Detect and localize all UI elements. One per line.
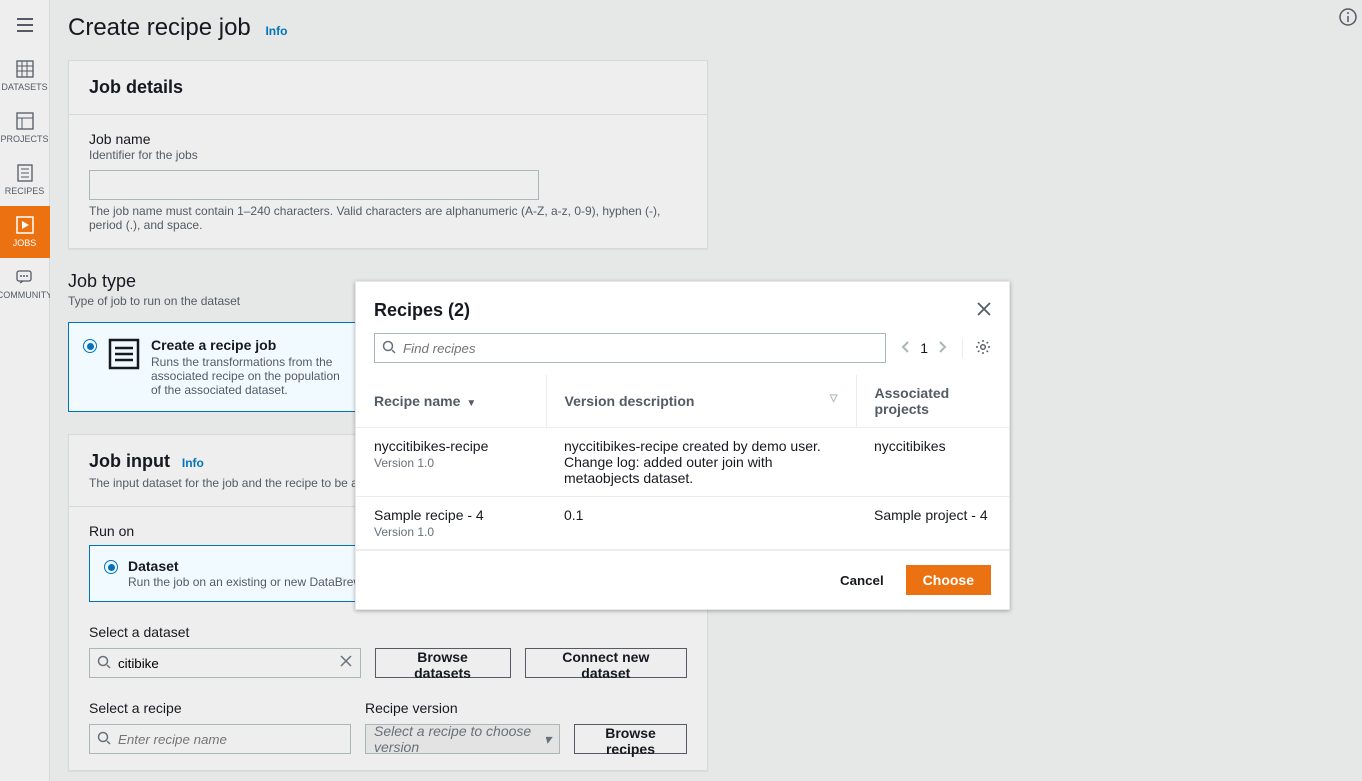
browse-datasets-button[interactable]: Browse datasets: [375, 648, 511, 678]
recipe-version-label: Recipe version: [365, 700, 560, 716]
job-name-desc: Identifier for the jobs: [89, 148, 687, 162]
community-icon: [16, 268, 34, 286]
cell-version-desc: nyccitibikes-recipe created by demo user…: [546, 428, 856, 497]
job-name-label: Job name: [89, 131, 687, 147]
radio-selected: [104, 560, 118, 574]
connect-dataset-button[interactable]: Connect new dataset: [525, 648, 687, 678]
recipes-table: Recipe name▼ Version description▽ Associ…: [356, 375, 1009, 550]
page-title-text: Create recipe job: [68, 14, 251, 41]
nav-datasets[interactable]: DATASETS: [0, 50, 50, 102]
select-placeholder: Select a recipe to choose version: [374, 723, 544, 755]
select-dataset-label: Select a dataset: [89, 624, 687, 640]
page-title: Create recipe job Info: [68, 14, 1344, 42]
browse-recipes-button[interactable]: Browse recipes: [574, 724, 687, 754]
recipes-modal: Recipes (2) 1: [355, 281, 1010, 610]
col-projects[interactable]: Associated projects: [856, 375, 1009, 428]
recipe-find-input[interactable]: [374, 333, 886, 363]
search-icon: [97, 655, 111, 672]
nav-label: COMMUNITY: [0, 290, 52, 300]
choose-button[interactable]: Choose: [906, 565, 991, 595]
recipe-job-icon: [107, 337, 141, 371]
job-input-heading: Job input: [89, 451, 170, 471]
cell-projects: nyccitibikes: [856, 428, 1009, 497]
sort-desc-icon: ▼: [466, 398, 476, 409]
col-version-desc[interactable]: Version description▽: [546, 375, 856, 428]
nav-community[interactable]: COMMUNITY: [0, 258, 50, 310]
job-name-helper: The job name must contain 1–240 characte…: [89, 204, 687, 232]
nav-recipes[interactable]: RECIPES: [0, 154, 50, 206]
search-icon: [382, 340, 396, 357]
tile-desc: Runs the transformations from the associ…: [151, 355, 351, 397]
recipes-icon: [16, 164, 34, 182]
info-link[interactable]: Info: [265, 24, 287, 38]
table-row[interactable]: nyccitibikes-recipe Version 1.0 nyccitib…: [356, 428, 1009, 497]
page-number: 1: [920, 340, 928, 356]
nav-label: JOBS: [13, 238, 37, 248]
recipe-version-select[interactable]: Select a recipe to choose version ▾: [365, 724, 560, 754]
search-icon: [97, 731, 111, 748]
cell-recipe-version: Version 1.0: [374, 456, 528, 470]
col-recipe-name[interactable]: Recipe name▼: [356, 375, 546, 428]
select-recipe-label: Select a recipe: [89, 700, 351, 716]
nav-label: RECIPES: [5, 186, 45, 196]
grid-icon: [16, 60, 34, 78]
page-next-icon[interactable]: [938, 340, 948, 357]
gear-icon[interactable]: [975, 342, 991, 358]
clear-icon[interactable]: [339, 654, 353, 671]
job-details-panel: Job details Job name Identifier for the …: [68, 60, 708, 249]
table-row[interactable]: Sample recipe - 4 Version 1.0 0.1 Sample…: [356, 497, 1009, 550]
info-link[interactable]: Info: [182, 456, 204, 470]
cell-recipe-version: Version 1.0: [374, 525, 528, 539]
dataset-search-input[interactable]: [89, 648, 361, 678]
sidebar: DATASETS PROJECTS RECIPES JOBS COMMUNITY: [0, 0, 50, 781]
jobs-icon: [16, 216, 34, 234]
cancel-button[interactable]: Cancel: [828, 565, 896, 595]
projects-icon: [16, 112, 34, 130]
radio-selected: [83, 339, 97, 353]
tile-title: Create a recipe job: [151, 337, 351, 353]
cell-projects: Sample project - 4: [856, 497, 1009, 550]
panel-header: Job details: [69, 61, 707, 115]
job-name-input[interactable]: [89, 170, 539, 200]
job-details-heading: Job details: [89, 77, 183, 97]
sort-icon: ▽: [830, 393, 838, 404]
cell-recipe-name: Sample recipe - 4: [374, 507, 528, 523]
menu-icon: [17, 18, 33, 32]
cell-recipe-name: nyccitibikes-recipe: [374, 438, 528, 454]
page-prev-icon[interactable]: [900, 340, 910, 357]
nav-projects[interactable]: PROJECTS: [0, 102, 50, 154]
chevron-down-icon: ▾: [544, 731, 551, 748]
nav-label: PROJECTS: [0, 134, 48, 144]
close-icon[interactable]: [977, 300, 991, 321]
right-tools: [1334, 0, 1362, 29]
modal-title: Recipes (2): [374, 300, 470, 321]
info-icon[interactable]: [1339, 8, 1357, 29]
cell-version-desc: 0.1: [546, 497, 856, 550]
hamburger-menu[interactable]: [0, 0, 50, 50]
tile-create-recipe-job[interactable]: Create a recipe job Runs the transformat…: [68, 322, 378, 412]
recipe-search-input[interactable]: [89, 724, 351, 754]
nav-jobs[interactable]: JOBS: [0, 206, 50, 258]
nav-label: DATASETS: [1, 82, 47, 92]
